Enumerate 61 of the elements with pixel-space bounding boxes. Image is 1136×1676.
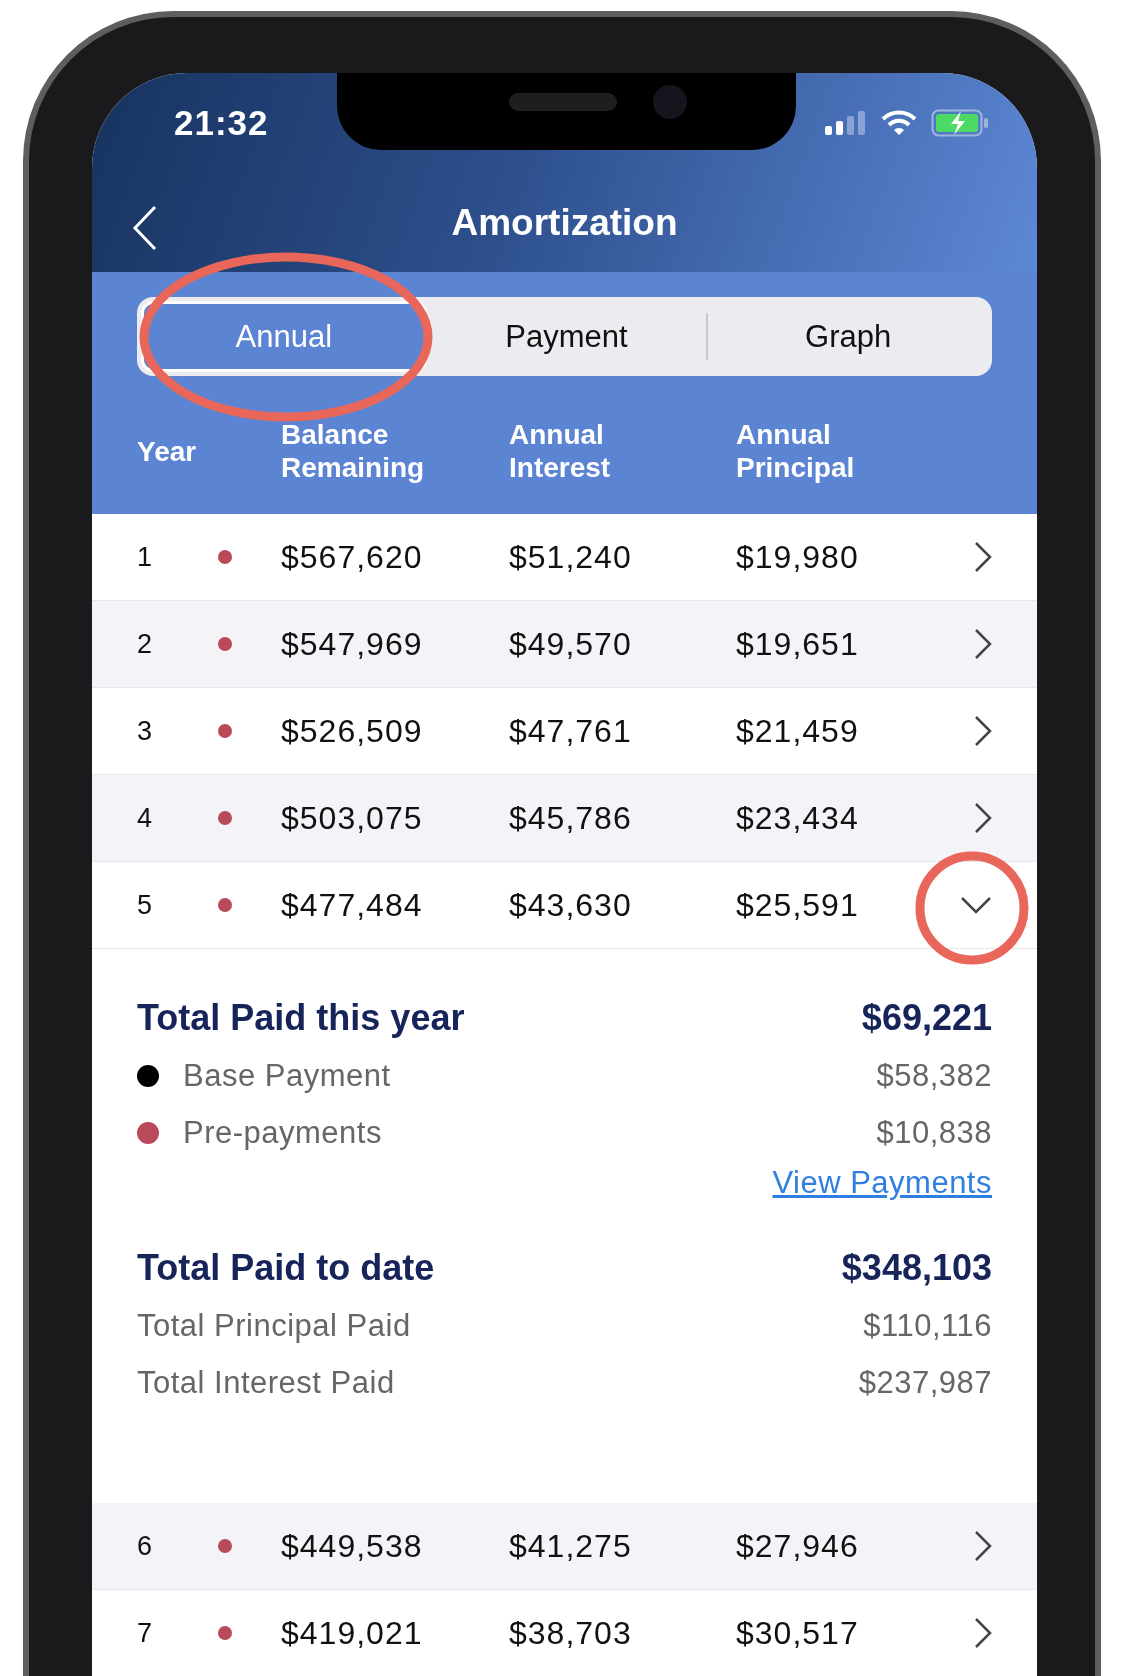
chevron-right-icon[interactable]: [974, 1530, 992, 1562]
item-amount: $237,987: [858, 1364, 992, 1401]
interest-cell-text: $49,570: [509, 625, 633, 663]
principal-cell-text: $25,591: [736, 886, 860, 924]
signal-icon: [825, 111, 867, 135]
year-cell-text: 7: [137, 1617, 155, 1649]
year-cell-text: 5: [137, 889, 155, 921]
total-amount: $69,221: [861, 997, 992, 1039]
column-header: Year: [137, 434, 198, 468]
item-amount: $110,116: [863, 1307, 992, 1344]
year-cell-text: 4: [137, 802, 155, 834]
interest-cell-text: $41,275: [509, 1527, 633, 1565]
item-label: Base Payment: [183, 1057, 391, 1094]
wifi-icon: [881, 110, 917, 136]
year-cell-text: 2: [137, 628, 155, 660]
battery-charging-icon: [931, 109, 989, 137]
column-header: Annual Interest: [509, 418, 612, 484]
interest-cell-text: $45,786: [509, 799, 633, 837]
column-header: Balance Remaining: [281, 418, 426, 484]
principal-cell-text: $19,651: [736, 625, 860, 663]
column-header: Annual Principal: [736, 418, 856, 484]
total-amount: $348,103: [841, 1247, 992, 1289]
segment-tab[interactable]: Payment: [426, 301, 707, 372]
chevron-right-icon[interactable]: [974, 1617, 992, 1649]
interest-cell-text: $51,240: [509, 538, 633, 576]
screen-title: Amortization: [451, 201, 678, 244]
principal-cell-text: $21,459: [736, 712, 860, 750]
section-title: Total Paid to date: [137, 1247, 435, 1289]
item-label: Total Principal Paid: [137, 1307, 411, 1344]
chevron-down-icon[interactable]: [960, 896, 992, 914]
item-amount: $58,382: [876, 1057, 992, 1094]
principal-cell-text: $19,980: [736, 538, 860, 576]
chevron-right-icon[interactable]: [974, 715, 992, 747]
section-title: Total Paid this year: [137, 997, 465, 1039]
item-amount: $10,838: [876, 1114, 992, 1151]
year-cell-text: 3: [137, 715, 155, 747]
balance-cell-text: $526,509: [281, 712, 424, 750]
chevron-right-icon[interactable]: [974, 541, 992, 573]
year-cell-text: 1: [137, 541, 155, 573]
interest-cell-text: $43,630: [509, 886, 633, 924]
principal-cell-text: $30,517: [736, 1614, 860, 1652]
balance-cell-text: $503,075: [281, 799, 424, 837]
chevron-right-icon[interactable]: [974, 628, 992, 660]
balance-cell-text: $449,538: [281, 1527, 424, 1565]
interest-cell-text: $47,761: [509, 712, 633, 750]
segment-tab[interactable]: Graph: [708, 301, 988, 372]
interest-cell-text: $38,703: [509, 1614, 633, 1652]
chevron-right-icon[interactable]: [974, 802, 992, 834]
back-icon[interactable]: [132, 205, 158, 251]
segment-tab[interactable]: Annual: [141, 301, 427, 372]
principal-cell-text: $27,946: [736, 1527, 860, 1565]
year-cell-text: 6: [137, 1530, 155, 1562]
balance-cell-text: $547,969: [281, 625, 424, 663]
view-payments-link[interactable]: View Payments: [772, 1165, 992, 1201]
item-label: Total Interest Paid: [137, 1364, 395, 1401]
balance-cell-text: $567,620: [281, 538, 424, 576]
status-time: 21:32: [174, 103, 269, 143]
balance-cell-text: $419,021: [281, 1614, 424, 1652]
item-label: Pre-payments: [183, 1114, 382, 1151]
balance-cell-text: $477,484: [281, 886, 424, 924]
principal-cell-text: $23,434: [736, 799, 860, 837]
